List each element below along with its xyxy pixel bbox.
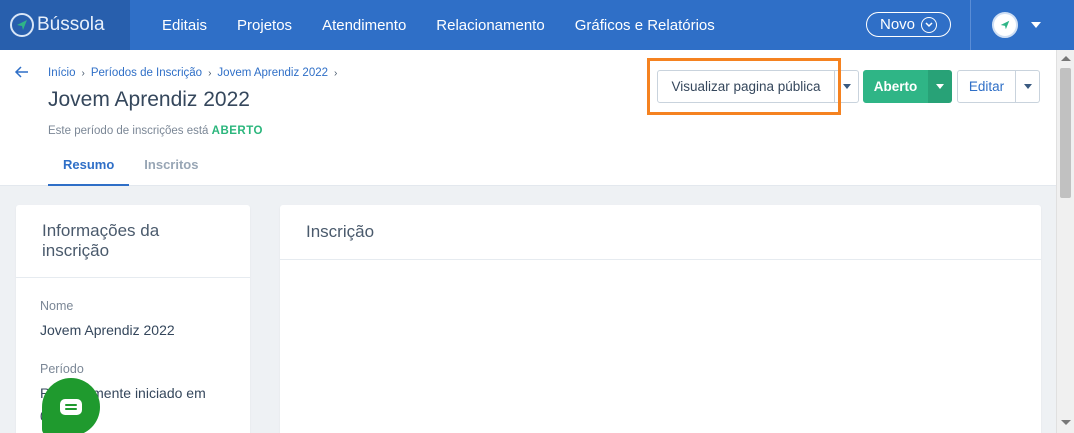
vertical-scrollbar[interactable] bbox=[1056, 50, 1074, 433]
caret-down-icon bbox=[1023, 84, 1032, 89]
new-button-label: Novo bbox=[879, 16, 916, 33]
chevron-down-icon bbox=[921, 16, 938, 33]
field-label-periodo: Período bbox=[40, 362, 84, 376]
compass-icon bbox=[1000, 20, 1010, 30]
nav-item-editais[interactable]: Editais bbox=[147, 17, 222, 34]
breadcrumb: Início › Períodos de Inscrição › Jovem A… bbox=[48, 67, 343, 79]
caret-down-icon bbox=[935, 84, 944, 89]
user-avatar[interactable] bbox=[992, 12, 1018, 38]
scroll-thumb[interactable] bbox=[1060, 68, 1071, 198]
chevron-right-icon: › bbox=[81, 67, 85, 79]
breadcrumb-jovem-aprendiz[interactable]: Jovem Aprendiz 2022 bbox=[217, 67, 328, 79]
new-button[interactable]: Novo bbox=[866, 12, 951, 37]
tab-inscritos[interactable]: Inscritos bbox=[129, 146, 213, 186]
status-dropdown-button[interactable] bbox=[928, 70, 952, 103]
main-nav: Editais Projetos Atendimento Relacioname… bbox=[147, 0, 730, 50]
status-group: Aberto bbox=[863, 70, 952, 103]
breadcrumb-periodos[interactable]: Períodos de Inscrição bbox=[91, 67, 202, 79]
top-navbar: Bússola Editais Projetos Atendimento Rel… bbox=[0, 0, 1074, 50]
tab-resumo[interactable]: Resumo bbox=[48, 146, 130, 186]
scroll-down-arrow-icon[interactable] bbox=[1061, 420, 1071, 425]
nav-item-atendimento[interactable]: Atendimento bbox=[307, 17, 421, 34]
chat-icon bbox=[60, 399, 82, 415]
chat-button[interactable] bbox=[42, 378, 100, 433]
status-aberto-button[interactable]: Aberto bbox=[863, 70, 928, 103]
edit-group: Editar bbox=[957, 70, 1040, 103]
caret-down-icon bbox=[842, 84, 851, 89]
page-title: Jovem Aprendiz 2022 bbox=[48, 88, 250, 111]
divider bbox=[16, 277, 250, 278]
registration-card-title: Inscrição bbox=[306, 222, 375, 241]
info-card-title: Informações da inscrição bbox=[42, 221, 160, 260]
nav-item-relacionamento[interactable]: Relacionamento bbox=[421, 17, 559, 34]
back-arrow-icon[interactable] bbox=[14, 64, 30, 80]
status-line: Este período de inscrições está ABERTO bbox=[48, 125, 263, 137]
compass-icon bbox=[10, 13, 34, 37]
status-badge: ABERTO bbox=[211, 125, 264, 137]
scroll-up-arrow-icon[interactable] bbox=[1061, 56, 1071, 61]
chevron-right-icon: › bbox=[208, 67, 212, 79]
registration-card: Inscrição bbox=[280, 205, 1041, 433]
user-menu-caret-icon[interactable] bbox=[1031, 22, 1041, 28]
page-header: Início › Períodos de Inscrição › Jovem A… bbox=[0, 50, 1056, 186]
edit-button[interactable]: Editar bbox=[957, 70, 1016, 103]
field-value-nome: Jovem Aprendiz 2022 bbox=[40, 322, 175, 338]
nav-item-projetos[interactable]: Projetos bbox=[222, 17, 307, 34]
tabs: Resumo Inscritos bbox=[48, 146, 213, 186]
highlight-box bbox=[647, 58, 841, 115]
brand-name: Bússola bbox=[37, 14, 105, 35]
brand-logo-link[interactable]: Bússola bbox=[0, 0, 130, 50]
divider bbox=[280, 259, 1041, 260]
edit-dropdown-button[interactable] bbox=[1016, 70, 1040, 103]
chevron-right-icon: › bbox=[334, 67, 338, 79]
nav-divider bbox=[970, 0, 971, 50]
breadcrumb-inicio[interactable]: Início bbox=[48, 67, 76, 79]
nav-item-graficos-relatorios[interactable]: Gráficos e Relatórios bbox=[560, 17, 730, 34]
field-label-nome: Nome bbox=[40, 299, 74, 313]
status-text: Este período de inscrições está bbox=[48, 125, 209, 137]
